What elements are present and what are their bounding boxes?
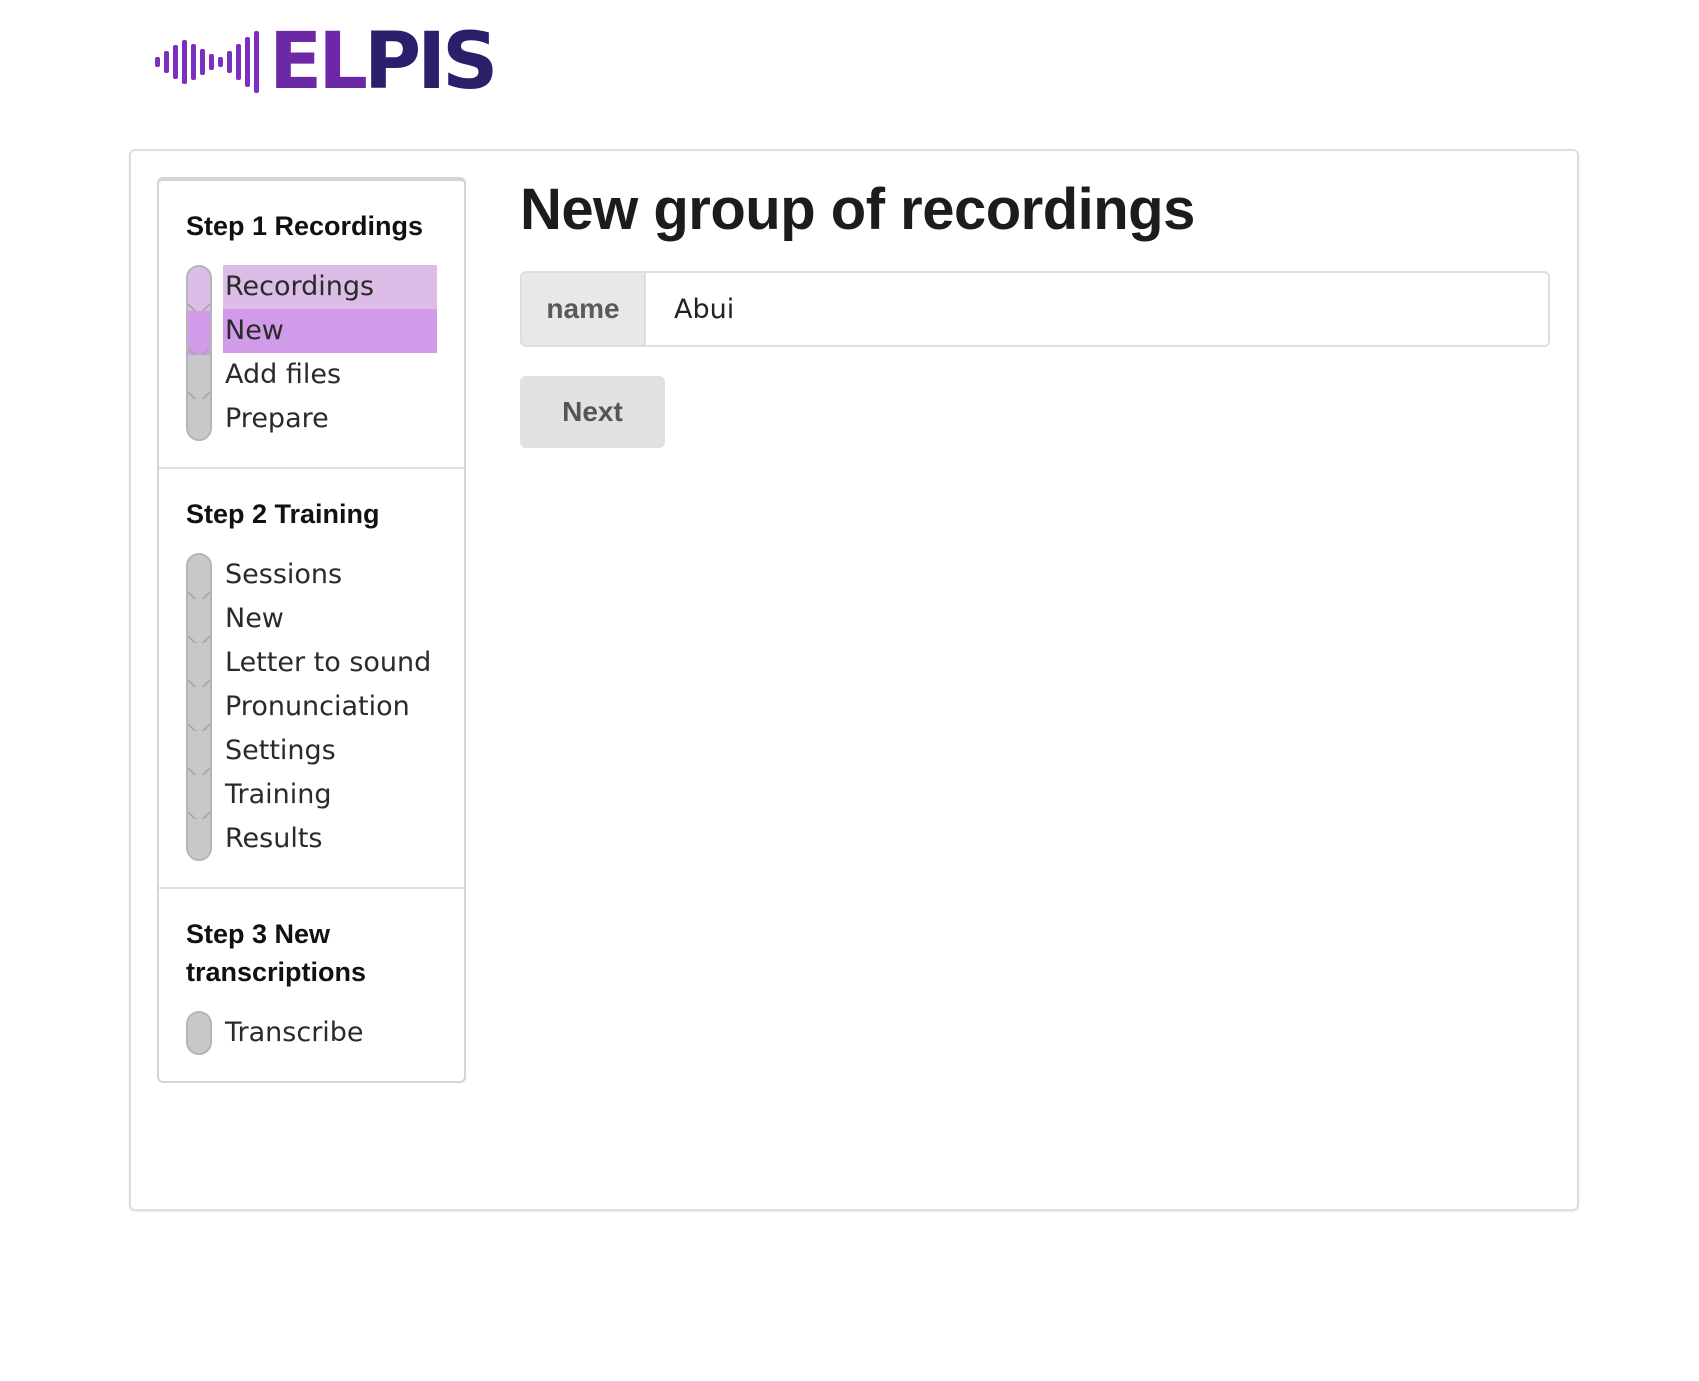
step-section: Step 2 Training Sessions New Letter to soun… [159, 469, 464, 889]
step-item[interactable]: New [223, 309, 437, 353]
name-input[interactable] [646, 273, 1548, 345]
elpis-logo[interactable]: ELPIS [155, 17, 498, 107]
step-item[interactable]: Pronunciation [225, 685, 437, 729]
steps-sidebar: Step 1 Recordings Recordings New Add files P… [157, 177, 466, 1083]
step-item[interactable]: Letter to sound [225, 641, 437, 685]
progress-rail [186, 265, 212, 441]
step-item[interactable]: Training [225, 773, 437, 817]
step-item[interactable]: Recordings [223, 265, 437, 309]
logo-wordmark: ELPIS [269, 17, 498, 107]
step-title: Step 1 Recordings [186, 211, 424, 241]
soundwave-icon [155, 24, 263, 100]
step-item[interactable]: Results [225, 817, 437, 861]
step-item[interactable]: Transcribe [225, 1011, 437, 1055]
name-field: name [520, 271, 1550, 347]
page-title: New group of recordings [520, 177, 1195, 242]
step-track: Sessions New Letter to sound Pronunciation S… [186, 553, 437, 861]
step-item[interactable]: Sessions [225, 553, 437, 597]
progress-rail [186, 1011, 212, 1055]
step-section: Step 3 New transcriptions Transcribe [159, 889, 464, 1081]
page: ELPIS Step 1 Recordings Recordings New Add … [0, 0, 1699, 1381]
step-track: Transcribe [186, 1011, 437, 1055]
step-item[interactable]: Prepare [225, 397, 437, 441]
step-title: Step 3 New transcriptions [186, 919, 367, 987]
step-item[interactable]: New [225, 597, 437, 641]
step-title: Step 2 Training [186, 499, 380, 529]
step-item[interactable]: Add files [225, 353, 437, 397]
next-button[interactable]: Next [520, 376, 665, 448]
step-track: Recordings New Add files Prepare [186, 265, 437, 441]
step-item[interactable]: Settings [225, 729, 437, 773]
name-field-label: name [522, 273, 646, 345]
progress-rail [186, 553, 212, 861]
step-section: Step 1 Recordings Recordings New Add files P… [159, 181, 464, 469]
